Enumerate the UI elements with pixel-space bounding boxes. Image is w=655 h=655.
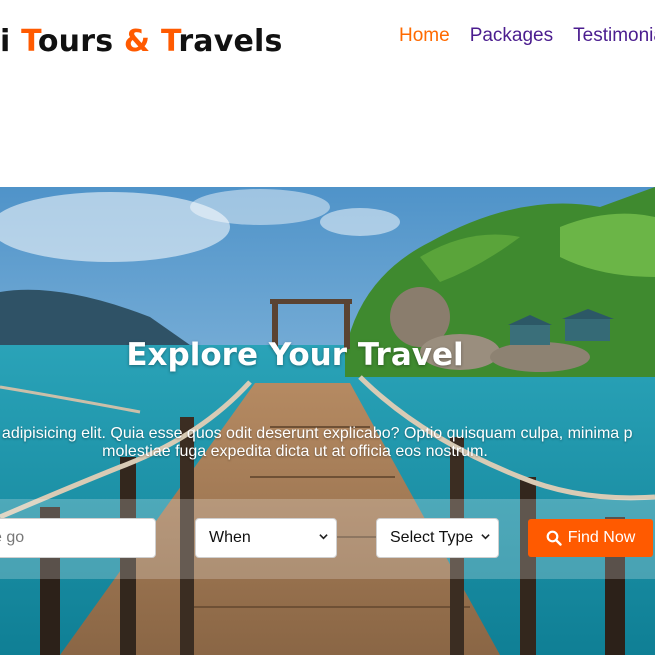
nav-link-packages[interactable]: Packages (470, 25, 553, 47)
main-nav: Home Packages Testimonia (399, 25, 655, 47)
hero-description-line: molestiae fuga expedita dicta ut at offi… (102, 443, 488, 460)
brand-logo[interactable]: i Tours & Travels (0, 24, 283, 59)
brand-text-part: i (0, 24, 22, 59)
nav-link-testimonials[interactable]: Testimonia (573, 25, 655, 47)
hero-description-line: ctetur adipisicing elit. Quia esse quos … (0, 425, 633, 442)
hero-background-image (0, 187, 655, 655)
brand-text-part: ravels (178, 24, 283, 59)
brand-space (150, 24, 161, 59)
brand-ampersand: & (123, 24, 151, 59)
brand-text-part: ours (37, 24, 124, 59)
hero-title: Explore Your Travel (126, 337, 464, 373)
type-select[interactable]: Select Type (376, 518, 499, 558)
site-header: i Tours & Travels Home Packages Testimon… (0, 0, 655, 187)
brand-letter-t: T (160, 24, 179, 59)
destination-placeholder: e go (0, 529, 25, 546)
nav-link-home[interactable]: Home (399, 25, 450, 47)
chevron-down-icon (319, 534, 328, 540)
when-select-value: When (209, 529, 251, 546)
hero-section: Explore Your Travel ctetur adipisicing e… (0, 187, 655, 655)
hero-description: ctetur adipisicing elit. Quia esse quos … (0, 425, 655, 461)
destination-input[interactable]: e go (0, 518, 156, 558)
search-icon (546, 530, 562, 546)
type-select-value: Select Type (390, 529, 474, 546)
brand-letter-t: T (21, 24, 38, 59)
find-now-label: Find Now (567, 529, 636, 546)
chevron-down-icon (481, 534, 490, 540)
when-select[interactable]: When (195, 518, 337, 558)
find-now-button[interactable]: Find Now (528, 519, 653, 557)
